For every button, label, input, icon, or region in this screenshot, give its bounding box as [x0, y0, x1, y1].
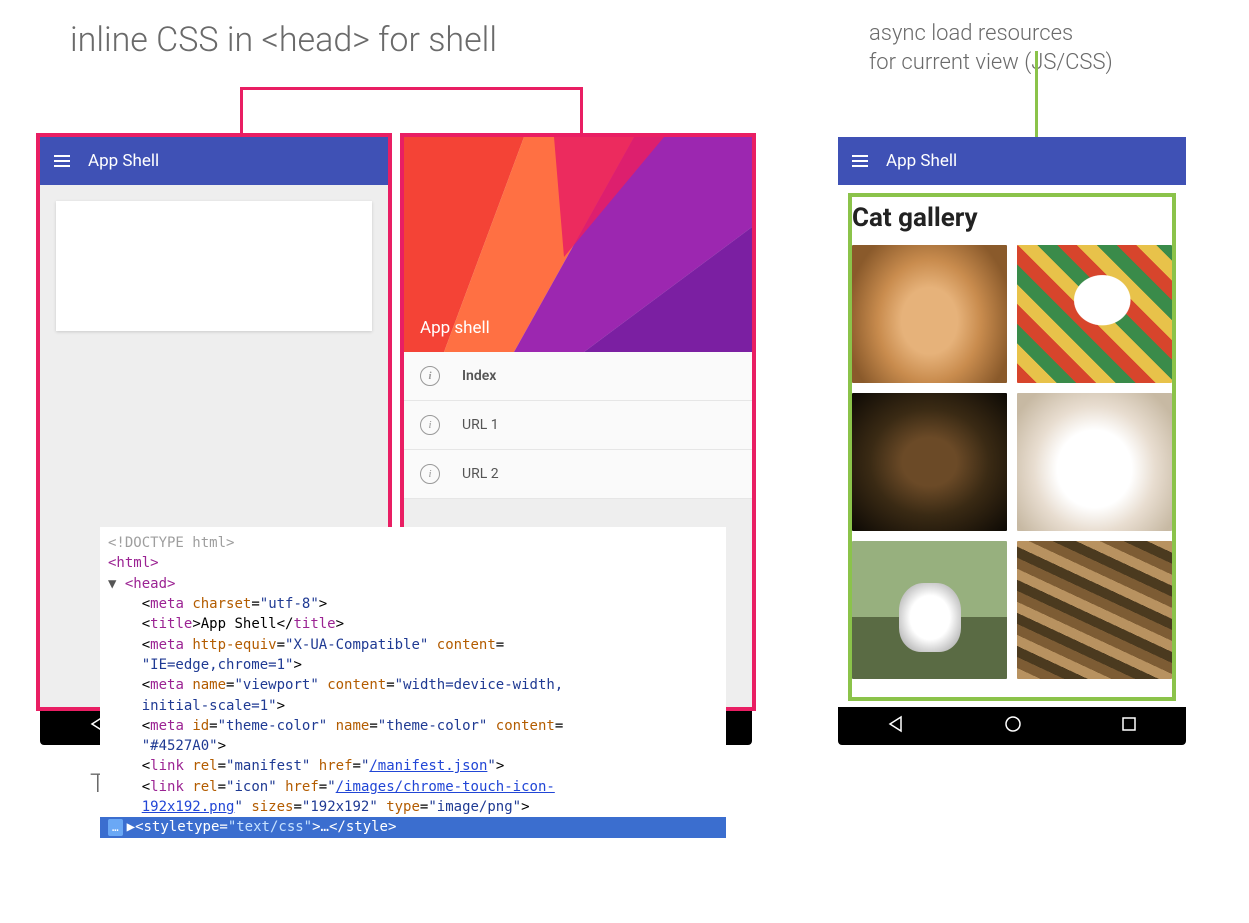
list-item-label: URL 2: [462, 466, 499, 482]
phone-gallery: App Shell Cat gallery: [838, 137, 1186, 745]
gallery-thumb[interactable]: [1017, 541, 1172, 679]
label-inline-css: inline CSS in <head> for shell: [70, 20, 497, 77]
devtools-code-snippet: <!DOCTYPE html> <html> ▼ <head> <meta ch…: [100, 527, 726, 837]
nav-back-icon[interactable]: [887, 715, 905, 737]
label-async-line2: for current view (JS/CSS): [869, 50, 1113, 75]
list-item-url2[interactable]: i URL 2: [404, 450, 752, 499]
nav-recent-icon[interactable]: [1121, 716, 1137, 736]
app-topbar: App Shell: [40, 137, 388, 185]
topbar-title: App Shell: [88, 151, 159, 171]
gallery-thumb[interactable]: [1017, 393, 1172, 531]
android-nav: [838, 707, 1186, 745]
menu-icon[interactable]: [54, 155, 70, 167]
list-item-label: URL 1: [462, 417, 499, 433]
info-icon: i: [420, 415, 440, 435]
topbar-title: App Shell: [886, 151, 957, 171]
list-item-url1[interactable]: i URL 1: [404, 401, 752, 450]
hero-banner: App shell: [404, 137, 752, 352]
label-async-line1: async load resources: [869, 21, 1073, 46]
list-item-label: Index: [462, 368, 496, 384]
gallery-grid: [852, 245, 1172, 679]
gallery-thumb[interactable]: [1017, 245, 1172, 383]
list-item-index[interactable]: i Index: [404, 352, 752, 401]
label-async-load: async load resources for current view (J…: [869, 20, 1209, 77]
blank-card: [56, 201, 372, 331]
nav-home-icon[interactable]: [1004, 715, 1022, 737]
menu-icon[interactable]: [852, 155, 868, 167]
gallery-thumb[interactable]: [852, 393, 1007, 531]
app-topbar: App Shell: [838, 137, 1186, 185]
gallery-thumb[interactable]: [852, 541, 1007, 679]
hero-label: App shell: [420, 318, 490, 338]
info-icon: i: [420, 464, 440, 484]
gallery-title: Cat gallery: [852, 203, 1172, 233]
info-icon: i: [420, 366, 440, 386]
gallery-thumb[interactable]: [852, 245, 1007, 383]
connector-lines: [40, 87, 1209, 137]
